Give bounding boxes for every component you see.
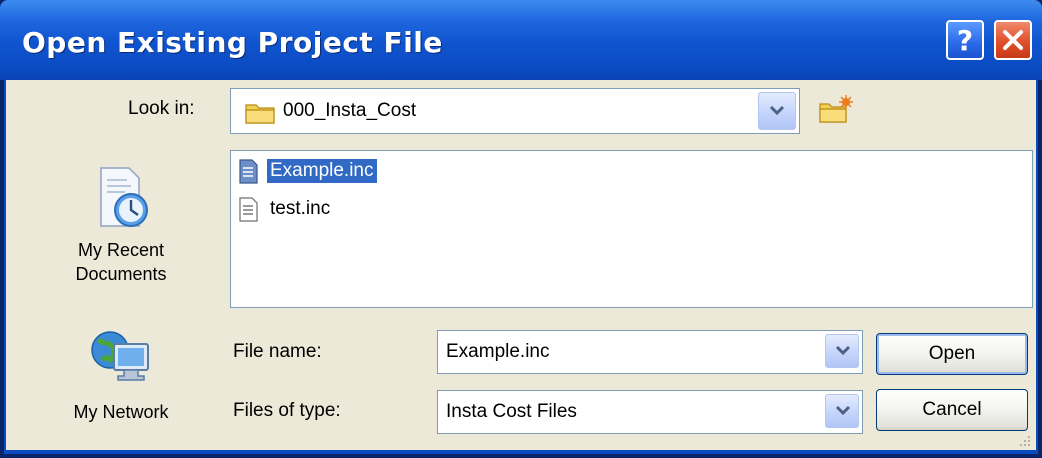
document-icon <box>239 159 258 184</box>
title-bar[interactable]: Open Existing Project File ? <box>0 0 1042 80</box>
filetype-dropdown-button[interactable] <box>825 394 859 428</box>
filename-label: File name: <box>233 341 322 362</box>
filetype-value: Insta Cost Files <box>446 401 577 422</box>
chevron-down-icon <box>835 405 851 416</box>
folder-icon <box>245 104 275 124</box>
file-name: test.inc <box>270 198 331 219</box>
lookin-label: Look in: <box>128 98 195 119</box>
place-label-line2: Documents <box>75 264 167 284</box>
lookin-value: 000_Insta_Cost <box>283 100 417 121</box>
filename-dropdown-button[interactable] <box>825 334 859 368</box>
place-label-line1: My Network <box>73 402 169 422</box>
file-list[interactable]: Example.inc test.inc <box>230 150 1033 308</box>
filename-input[interactable]: Example.inc <box>437 330 863 374</box>
chevron-down-icon <box>835 345 851 356</box>
lookin-dropdown[interactable]: 000_Insta_Cost <box>230 88 800 134</box>
close-button[interactable] <box>994 20 1032 60</box>
resize-grip-icon[interactable] <box>1018 436 1032 448</box>
chevron-down-icon <box>769 105 785 116</box>
lookin-dropdown-button[interactable] <box>758 92 796 130</box>
filename-value: Example.inc <box>446 341 550 362</box>
filetype-dropdown[interactable]: Insta Cost Files <box>437 390 863 434</box>
recent-documents-icon <box>100 167 148 227</box>
help-icon: ? <box>956 24 974 57</box>
open-button[interactable]: Open <box>876 333 1028 375</box>
cancel-button[interactable]: Cancel <box>876 389 1028 431</box>
place-my-recent-documents[interactable]: My Recent Documents <box>30 164 212 286</box>
close-icon <box>1003 30 1023 50</box>
place-my-network[interactable]: My Network <box>30 326 212 424</box>
open-file-dialog: Open Existing Project File ? Look in: 00… <box>0 0 1042 458</box>
network-icon <box>91 331 149 381</box>
help-button[interactable]: ? <box>946 20 984 60</box>
file-name: Example.inc <box>267 159 377 183</box>
place-label-line1: My Recent <box>77 240 165 260</box>
filetype-label: Files of type: <box>233 400 341 421</box>
document-icon <box>239 197 258 222</box>
places-bar: My Recent Documents My Network <box>30 150 212 450</box>
new-folder-icon[interactable] <box>818 94 854 126</box>
dialog-title: Open Existing Project File <box>22 26 443 59</box>
